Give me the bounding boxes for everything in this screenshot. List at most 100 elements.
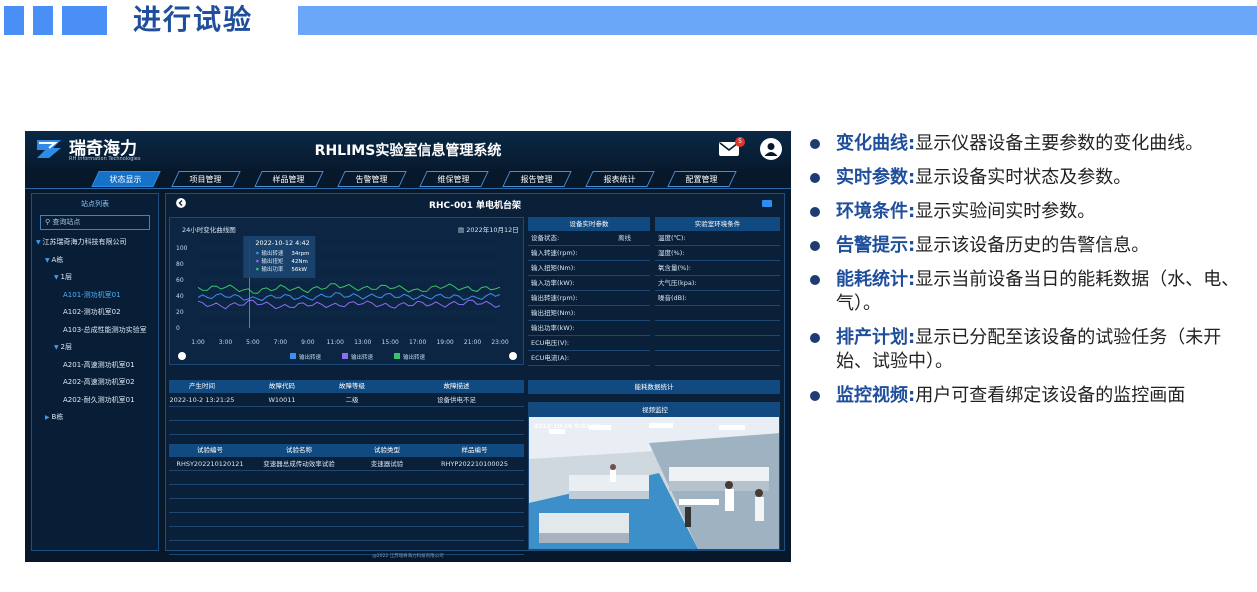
mail-badge: 5 xyxy=(735,137,745,147)
alarm-table-column-header: 故障等级 xyxy=(339,382,365,390)
sidebar-item[interactable]: A101-测功机室01 xyxy=(32,287,158,305)
sidebar-title: 站点列表 xyxy=(81,200,109,208)
feature-keyword: 环境条件: xyxy=(836,201,916,222)
test-table-cell: 变速器总成传动效率试验 xyxy=(263,460,335,468)
x-tick-label: 13:00 xyxy=(354,339,371,346)
feature-bullet: 能耗统计:显示当前设备当日的能耗数据（水、电、气）。 xyxy=(808,268,1248,316)
env-param-row: 氧含量(%): xyxy=(655,261,780,276)
env-param-row: 噪音(dB): xyxy=(655,291,780,306)
video-monitor[interactable]: 视频监控 2022-10-16 9:02:05 xyxy=(528,402,780,550)
chart-prev-icon[interactable] xyxy=(178,352,186,360)
device-param-row: 输出功率(kW): xyxy=(528,321,650,336)
video-timestamp: 2022-10-16 9:02:05 xyxy=(534,423,601,430)
tooltip-time: 2022-10-12 4:42 xyxy=(255,239,309,247)
tab-status[interactable]: 状态显示 xyxy=(91,171,161,187)
sidebar-item[interactable]: ▼ 2层 xyxy=(32,339,158,357)
tab-project[interactable]: 项目管理 xyxy=(171,171,241,187)
feature-description: 显示该设备历史的告警信息。 xyxy=(915,235,1150,256)
feature-bullet: 监控视频:用户可查看绑定该设备的监控画面 xyxy=(808,384,1248,408)
tab-statistics[interactable]: 报表统计 xyxy=(585,171,655,187)
video-header: 视频监控 xyxy=(529,403,779,417)
test-table-column-header: 样品编号 xyxy=(461,446,488,454)
app-screenshot: 瑞奇海力 RH Information Technologies RHLIMS实… xyxy=(25,131,791,562)
sidebar-item[interactable]: ▼ 1层 xyxy=(32,269,158,287)
param-label: 输出扭矩(Nm): xyxy=(531,309,576,317)
tab-config[interactable]: 配置管理 xyxy=(667,171,737,187)
sidebar-item[interactable]: A201-高速测功机室01 xyxy=(32,357,158,375)
alarm-table-header: 产生时间 故障代码 故障等级 故障描述 xyxy=(169,380,524,393)
app-footer: @2022 江苏瑞奇海力科技有限公司 xyxy=(372,554,444,559)
sidebar-item[interactable]: ▶ B栋 xyxy=(32,409,158,427)
feature-bullet: 告警提示:显示该设备历史的告警信息。 xyxy=(808,234,1248,258)
alarm-table: 产生时间 故障代码 故障等级 故障描述 2022-10-2 13:21:25 W10011… xyxy=(169,380,524,435)
chart-title: 24小时变化曲线图 xyxy=(182,226,236,234)
param-label: 氧含量(%): xyxy=(658,264,691,272)
header-square-3 xyxy=(62,6,107,35)
tooltip-marker xyxy=(256,267,259,271)
sidebar-item[interactable]: A103-总成性能测功实验室 xyxy=(32,322,158,340)
test-table-row-empty xyxy=(169,513,524,527)
x-tick-label: 5:00 xyxy=(246,339,260,346)
sidebar-item[interactable]: ▼ 江苏瑞奇海力科技有限公司 xyxy=(32,234,158,252)
env-param-row: 大气压(kpa): xyxy=(655,276,780,291)
tab-sample[interactable]: 样品管理 xyxy=(254,171,324,187)
alarm-table-row-empty xyxy=(169,407,524,421)
sidebar-item-label: A201-高速测功机室01 xyxy=(63,360,135,369)
env-param-row-empty xyxy=(655,321,780,336)
main-nav: 状态显示 项目管理 样品管理 告警管理 维保管理 报告管理 报表统计 配置管理 xyxy=(25,171,791,189)
sidebar-item[interactable]: A202-高速测功机室02 xyxy=(32,374,158,392)
user-avatar-icon[interactable] xyxy=(760,138,782,160)
tooltip-series-name: 输出扭矩 xyxy=(261,257,284,265)
feature-description: 用户可查看绑定该设备的监控画面 xyxy=(915,385,1186,406)
test-table: 试验编号 试验名称 试验类型 样品编号 RHSY202210120121 变速器总成传动效… xyxy=(169,444,524,555)
app-topbar: 瑞奇海力 RH Information Technologies RHLIMS实… xyxy=(25,131,791,169)
system-title: RHLIMS实验室信息管理系统 xyxy=(314,143,502,159)
param-value: 离线 xyxy=(618,234,631,242)
tab-report[interactable]: 报告管理 xyxy=(502,171,572,187)
test-table-header: 试验编号 试验名称 试验类型 样品编号 xyxy=(169,444,524,457)
feature-keyword: 监控视频: xyxy=(836,385,916,406)
test-table-row-empty xyxy=(169,471,524,485)
param-label: 输出功率(kW): xyxy=(531,324,575,332)
sidebar-item-label: A103-总成性能测功实验室 xyxy=(63,325,147,334)
site-search-input[interactable]: ⚲ 查询站点 xyxy=(40,215,150,230)
test-table-row[interactable]: RHSY202210120121 变速器总成传动效率试验 变速器试验 RHYP2022… xyxy=(169,457,524,471)
feature-description: 显示仪器设备主要参数的变化曲线。 xyxy=(915,133,1204,154)
param-label: 输入扭矩(Nm): xyxy=(531,264,576,272)
x-tick-label: 17:00 xyxy=(409,339,426,346)
tab-alarm[interactable]: 告警管理 xyxy=(337,171,407,187)
x-tick-label: 23:00 xyxy=(491,339,508,346)
env-param-row: 温度(℃): xyxy=(655,231,780,246)
sidebar-item[interactable]: A102-测功机室02 xyxy=(32,304,158,322)
bullet-dot-icon xyxy=(810,391,820,401)
tooltip-value: 42Nm xyxy=(291,259,307,265)
alarm-table-row[interactable]: 2022-10-2 13:21:25 W10011 二级 设备供电不足 xyxy=(169,393,524,407)
chart-date: ▤ 2022年10月12日 xyxy=(458,226,519,234)
tooltip-value: 56kW xyxy=(291,267,307,273)
device-param-row: ECU电流(A): xyxy=(528,351,650,366)
legend-swatch xyxy=(394,353,400,359)
legend-label: 输出转速 xyxy=(299,353,322,361)
device-param-row: 输入转速(rpm): xyxy=(528,246,650,261)
tooltip-series-name: 输出功率 xyxy=(261,265,284,273)
sidebar-item[interactable]: ▼ A栋 xyxy=(32,252,158,270)
sidebar-item-label: A栋 xyxy=(51,255,64,264)
camera-icon[interactable] xyxy=(762,200,772,207)
alarm-table-column-header: 故障代码 xyxy=(269,382,295,390)
y-tick-label: 80 xyxy=(176,261,184,268)
bullet-dot-icon xyxy=(810,275,820,285)
param-label: 大气压(kpa): xyxy=(658,279,697,287)
device-param-row: 输入功率(kW): xyxy=(528,276,650,291)
energy-header: 能耗数据统计 xyxy=(528,380,780,394)
legend-label: 输出转速 xyxy=(351,353,374,361)
sidebar-item[interactable]: A202-耐久测功机室01 xyxy=(32,392,158,410)
tab-maintenance[interactable]: 维保管理 xyxy=(419,171,489,187)
device-panel-header: RHC-001 单电机台架 xyxy=(166,194,784,212)
device-param-row: 设备状态: 离线 xyxy=(528,231,650,246)
trend-chart: 0 20 40 60 80 100 1:00 3:00 5:00 7:00 9:00 11:00 13:… xyxy=(169,217,524,365)
series-line xyxy=(197,283,501,294)
search-placeholder: 查询站点 xyxy=(52,218,81,226)
chart-next-icon[interactable] xyxy=(509,352,517,360)
feature-list: 变化曲线:显示仪器设备主要参数的变化曲线。 实时参数:显示设备实时状态及参数。 环境… xyxy=(808,132,1248,418)
alarm-table-column-header: 产生时间 xyxy=(189,382,215,390)
